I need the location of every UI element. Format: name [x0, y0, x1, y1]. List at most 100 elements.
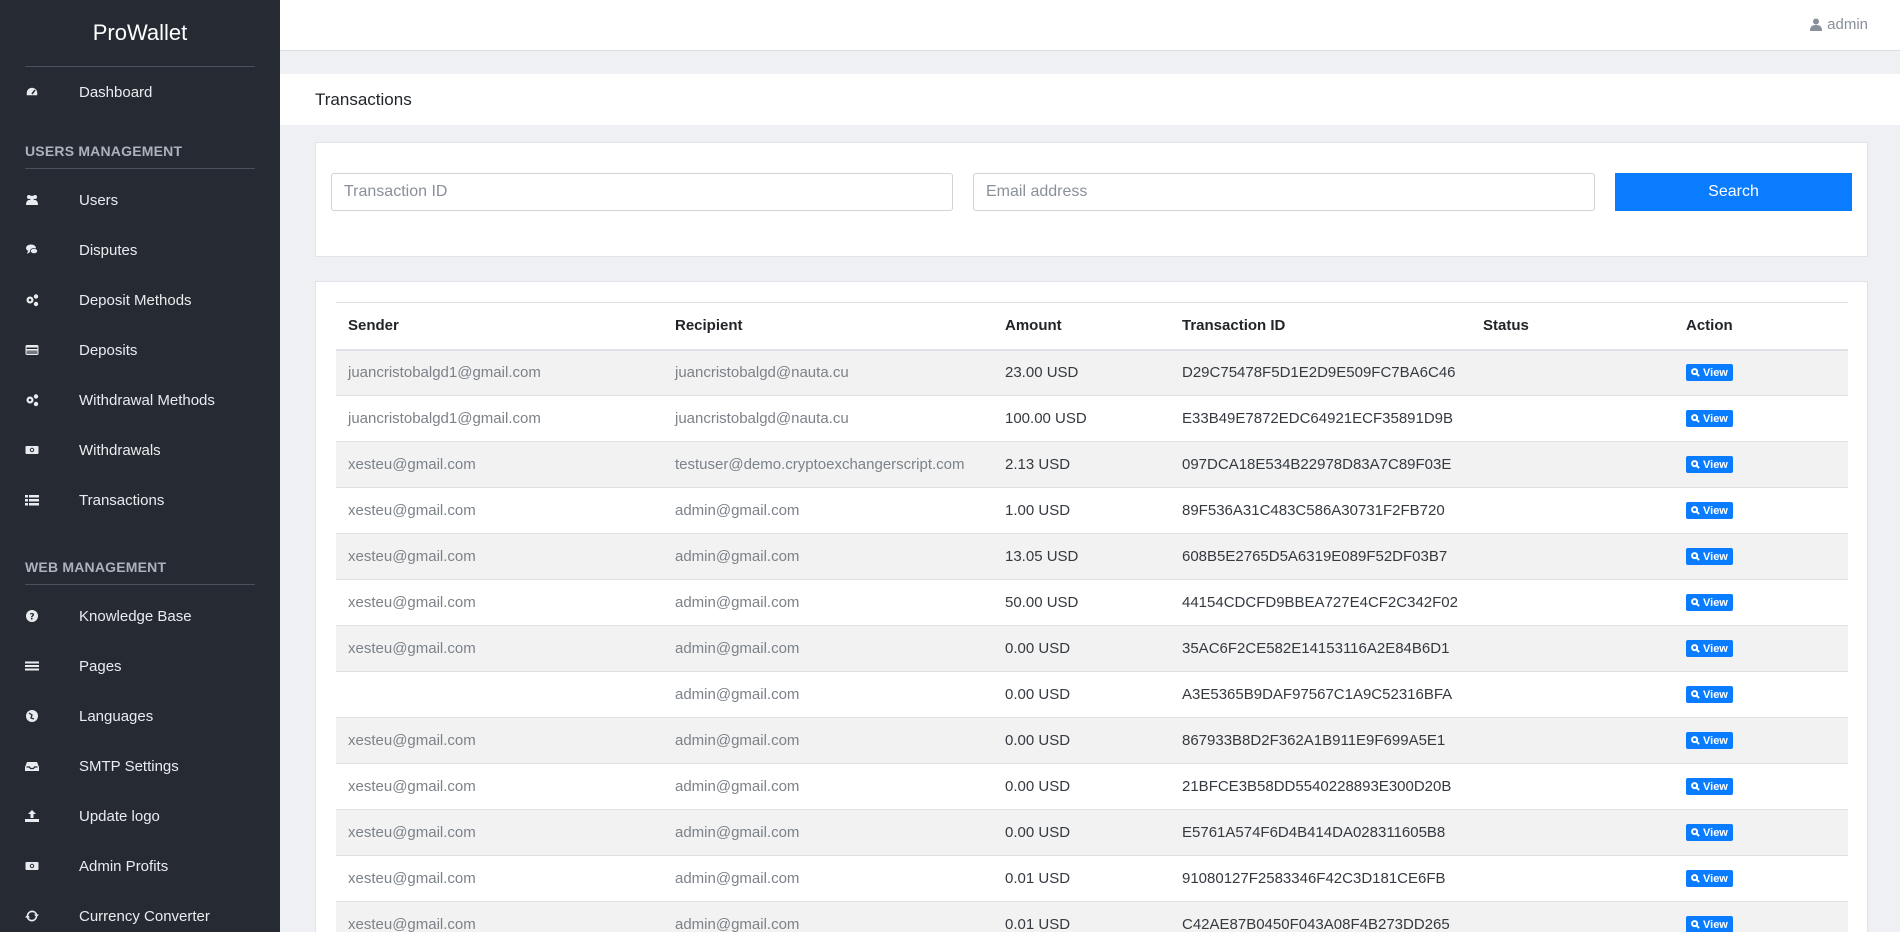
status-cell	[1471, 579, 1674, 626]
view-button[interactable]: View	[1686, 778, 1733, 795]
recipient-cell: admin@gmail.com	[663, 533, 993, 580]
recipient-cell: testuser@demo.cryptoexchangerscript.com	[663, 441, 993, 488]
transaction-id-cell: A3E5365B9DAF97567C1A9C52316BFA	[1170, 671, 1471, 718]
view-button[interactable]: View	[1686, 502, 1733, 519]
view-button[interactable]: View	[1686, 364, 1733, 382]
sender-cell: xesteu@gmail.com	[336, 533, 663, 580]
search-icon	[1691, 828, 1700, 837]
sender-cell: xesteu@gmail.com	[336, 763, 663, 810]
status-cell	[1471, 855, 1674, 902]
sidebar-item-dashboard[interactable]: Dashboard	[0, 67, 280, 117]
view-button[interactable]: View	[1686, 732, 1733, 749]
column-header[interactable]: Transaction ID	[1170, 302, 1471, 351]
sidebar-item-label: Dashboard	[79, 83, 153, 101]
action-cell: View	[1674, 625, 1848, 672]
view-button-label: View	[1703, 734, 1728, 747]
bars-icon	[25, 659, 79, 673]
view-button[interactable]: View	[1686, 548, 1733, 565]
section-title: USERS MANAGEMENT	[25, 143, 183, 159]
recipient-cell: juancristobalgd@nauta.cu	[663, 349, 993, 396]
sender-cell: xesteu@gmail.com	[336, 717, 663, 764]
sidebar-item-deposits[interactable]: Deposits	[0, 325, 280, 375]
brand-logo[interactable]: ProWallet	[0, 0, 280, 66]
transaction-id-cell: 867933B8D2F362A1B911E9F699A5E1	[1170, 717, 1471, 764]
transaction-id-cell: E5761A574F6D4B414DA028311605B8	[1170, 809, 1471, 856]
view-button[interactable]: View	[1686, 824, 1733, 841]
sidebar-item-users[interactable]: Users	[0, 175, 280, 225]
view-button[interactable]: View	[1686, 640, 1733, 657]
transaction-id-input[interactable]	[331, 173, 953, 211]
action-cell: View	[1674, 579, 1848, 626]
search-button[interactable]: Search	[1615, 173, 1852, 211]
sidebar-item-withdrawals[interactable]: Withdrawals	[0, 425, 280, 475]
column-header[interactable]: Sender	[336, 302, 663, 351]
cogs-icon	[25, 293, 79, 307]
view-button[interactable]: View	[1686, 410, 1733, 427]
view-button-label: View	[1703, 918, 1728, 931]
view-button-label: View	[1703, 826, 1728, 839]
search-card: Search	[315, 142, 1868, 257]
transaction-id-cell: D29C75478F5D1E2D9E509FC7BA6C46	[1170, 349, 1471, 396]
action-cell: View	[1674, 901, 1848, 932]
transaction-id-cell: 35AC6F2CE582E14153116A2E84B6D1	[1170, 625, 1471, 672]
status-cell	[1471, 717, 1674, 764]
action-cell: View	[1674, 349, 1848, 396]
table-body: juancristobalgd1@gmail.com juancristobalg…	[336, 349, 1848, 932]
search-icon	[1691, 874, 1700, 883]
amount-cell: 100.00 USD	[993, 395, 1170, 442]
transaction-id-cell: 21BFCE3B58DD5540228893E300D20B	[1170, 763, 1471, 810]
sidebar-item-pages[interactable]: Pages	[0, 641, 280, 691]
search-icon	[1691, 506, 1700, 515]
view-button-label: View	[1703, 596, 1728, 609]
action-cell: View	[1674, 533, 1848, 580]
table-row: xesteu@gmail.com testuser@demo.cryptoexch…	[336, 441, 1848, 488]
action-cell: View	[1674, 763, 1848, 810]
table-row: xesteu@gmail.com admin@gmail.com 0.01 USD C…	[336, 901, 1848, 932]
page-title: Transactions	[280, 74, 1900, 125]
sender-cell: xesteu@gmail.com	[336, 441, 663, 488]
view-button-label: View	[1703, 550, 1728, 563]
sidebar-item-label: Admin Profits	[79, 857, 169, 875]
sidebar-item-smtp-settings[interactable]: SMTP Settings	[0, 741, 280, 791]
email-input[interactable]	[973, 173, 1595, 211]
search-icon	[1691, 414, 1700, 423]
sender-cell: xesteu@gmail.com	[336, 625, 663, 672]
view-button[interactable]: View	[1686, 916, 1733, 932]
users-icon	[25, 193, 79, 207]
column-header[interactable]: Status	[1471, 302, 1674, 351]
column-header[interactable]: Amount	[993, 302, 1170, 351]
amount-cell: 0.00 USD	[993, 809, 1170, 856]
transaction-id-cell: 608B5E2765D5A6319E089F52DF03B7	[1170, 533, 1471, 580]
column-header[interactable]: Action	[1674, 302, 1848, 351]
sidebar-item-update-logo[interactable]: Update logo	[0, 791, 280, 841]
search-icon	[1691, 920, 1700, 930]
sidebar-item-currency-converter[interactable]: Currency Converter	[0, 891, 280, 932]
dashboard-icon	[25, 85, 79, 99]
view-button[interactable]: View	[1686, 594, 1733, 611]
sidebar-item-knowledge-base[interactable]: ? Knowledge Base	[0, 591, 280, 641]
action-cell: View	[1674, 717, 1848, 764]
view-button[interactable]: View	[1686, 870, 1733, 887]
view-button[interactable]: View	[1686, 456, 1733, 473]
sender-cell: xesteu@gmail.com	[336, 579, 663, 626]
user-menu[interactable]: admin	[1810, 16, 1868, 33]
table-row: juancristobalgd1@gmail.com juancristobalg…	[336, 349, 1848, 396]
recipient-cell: admin@gmail.com	[663, 579, 993, 626]
sidebar: ProWallet Dashboard USERS MANAGEMENT Users…	[0, 0, 280, 932]
search-icon	[1691, 690, 1700, 699]
view-button[interactable]: View	[1686, 686, 1733, 703]
svg-text:?: ?	[29, 613, 34, 623]
view-button-label: View	[1703, 504, 1728, 517]
sidebar-item-label: Languages	[79, 707, 154, 725]
column-header[interactable]: Recipient	[663, 302, 993, 351]
sidebar-item-deposit-methods[interactable]: Deposit Methods	[0, 275, 280, 325]
sidebar-item-admin-profits[interactable]: Admin Profits	[0, 841, 280, 891]
sidebar-item-disputes[interactable]: Disputes	[0, 225, 280, 275]
sidebar-item-transactions[interactable]: Transactions	[0, 475, 280, 525]
table-row: xesteu@gmail.com admin@gmail.com 0.00 USD 2…	[336, 763, 1848, 810]
transaction-id-cell: C42AE87B0450F043A08F4B273DD265	[1170, 901, 1471, 932]
sidebar-item-withdrawal-methods[interactable]: Withdrawal Methods	[0, 375, 280, 425]
table-row: juancristobalgd1@gmail.com juancristobalg…	[336, 395, 1848, 442]
sidebar-item-languages[interactable]: Languages	[0, 691, 280, 741]
